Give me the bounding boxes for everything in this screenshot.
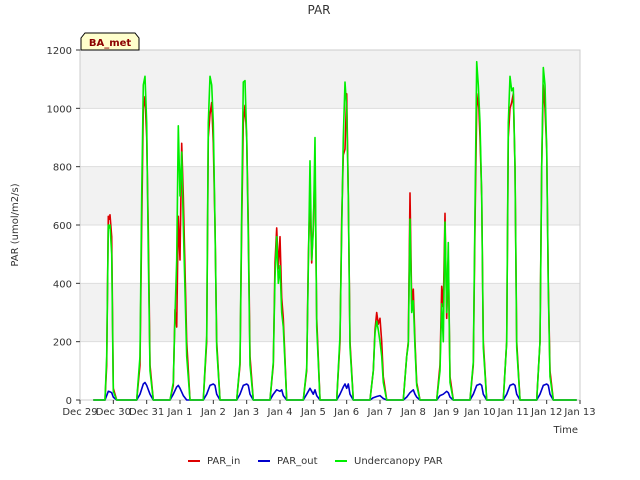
y-tick-label: 1200 xyxy=(47,46,72,57)
x-tick-label: Jan 12 xyxy=(530,407,562,418)
x-tick-label: Dec 31 xyxy=(129,407,164,418)
x-tick-label: Jan 9 xyxy=(433,407,459,418)
x-tick-label: Jan 10 xyxy=(463,407,495,418)
chart-title: PAR xyxy=(307,3,330,17)
x-tick-label: Dec 29 xyxy=(62,407,97,418)
x-tick-label: Dec 30 xyxy=(96,407,131,418)
x-tick-label: Jan 7 xyxy=(367,407,393,418)
background-band xyxy=(80,50,580,109)
par-chart: Dec 29Dec 30Dec 31 Jan 1 Jan 2 Jan 3 Jan 4 Ja… xyxy=(10,3,596,467)
legend-label-par-out: PAR_out xyxy=(277,456,318,467)
y-tick-label: 400 xyxy=(53,279,72,290)
y-axis-label: PAR (umol/m2/s) xyxy=(10,183,21,266)
x-axis-label: Time xyxy=(553,425,578,436)
x-tick-label: Jan 5 xyxy=(300,407,326,418)
y-tick-label: 0 xyxy=(66,396,72,407)
y-tick-label: 600 xyxy=(53,221,72,232)
background-band xyxy=(80,283,580,342)
x-tick-label: Jan 4 xyxy=(267,407,293,418)
y-tick-label: 800 xyxy=(53,163,72,174)
x-tick-label: Jan 3 xyxy=(233,407,259,418)
x-tick-label: Jan 13 xyxy=(563,407,595,418)
legend-label-undercanopy-par: Undercanopy PAR xyxy=(354,456,443,467)
x-tick-label: Jan 2 xyxy=(200,407,226,418)
site-badge-label: BA_met xyxy=(89,38,132,49)
background-band xyxy=(80,225,580,284)
legend: PAR_in PAR_out Undercanopy PAR xyxy=(188,456,443,467)
y-tick-label: 1000 xyxy=(47,104,72,115)
x-tick-label: Jan 1 xyxy=(167,407,193,418)
background-band xyxy=(80,166,580,225)
background-band xyxy=(80,108,580,167)
x-tick-label: Jan 8 xyxy=(400,407,426,418)
y-axis: 0 200 400 600 800 1000 1200 xyxy=(47,46,80,407)
legend-label-par-in: PAR_in xyxy=(207,456,240,467)
x-axis: Dec 29Dec 30Dec 31 Jan 1 Jan 2 Jan 3 Jan 4 Ja… xyxy=(62,400,596,418)
x-tick-label: Jan 11 xyxy=(497,407,529,418)
y-tick-label: 200 xyxy=(53,338,72,349)
x-tick-label: Jan 6 xyxy=(333,407,359,418)
site-badge: BA_met xyxy=(80,32,140,51)
